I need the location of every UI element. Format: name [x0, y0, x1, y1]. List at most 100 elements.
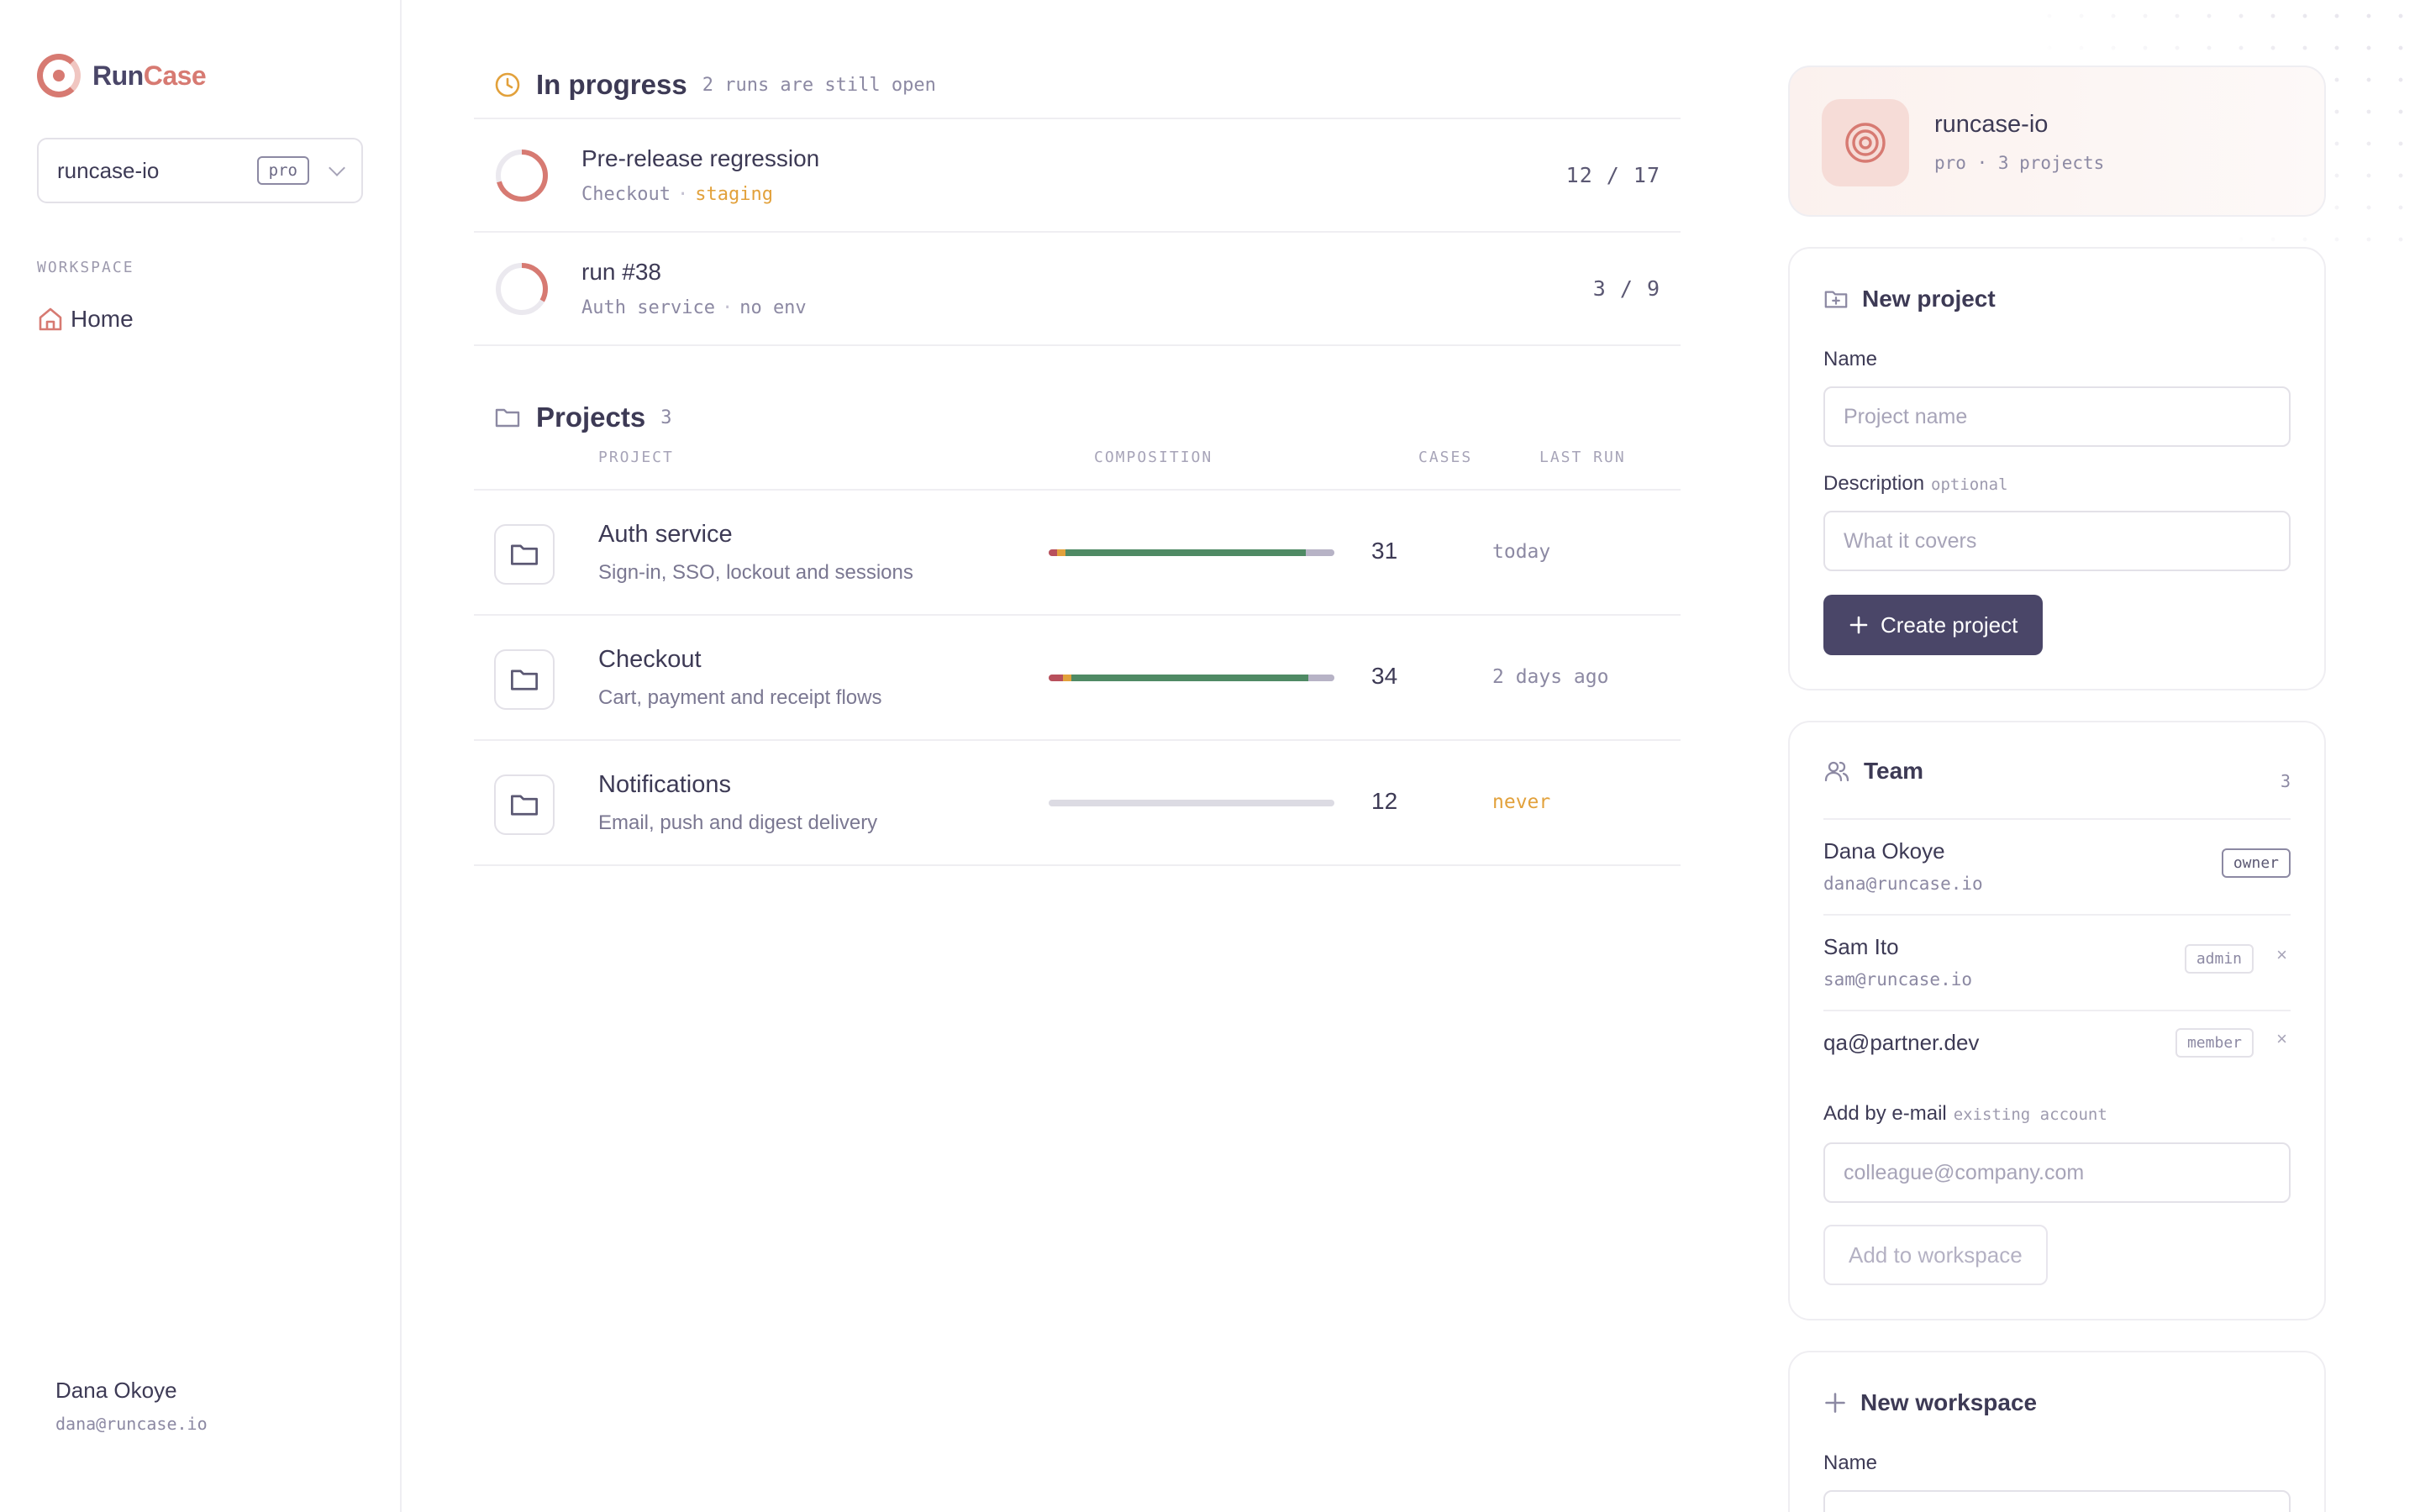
card-title: Team	[1823, 758, 1923, 785]
new-project-card: New project Name Project name Descriptio…	[1788, 247, 2326, 690]
workspace-name: runcase-io	[1934, 111, 2049, 138]
composition-bar	[1049, 549, 1334, 556]
team-member-row: Sam Ito sam@runcase.io admin ×	[1823, 914, 2291, 1010]
composition-bar	[1049, 800, 1334, 806]
card-title: New project	[1823, 286, 1996, 312]
project-name: Notifications	[598, 771, 731, 798]
run-count: 12 / 17	[1565, 163, 1660, 187]
user-email: dana@runcase.io	[55, 1414, 208, 1434]
team-card: Team 3 Dana Okoye dana@runcase.io owner …	[1788, 721, 2326, 1320]
role-badge[interactable]: admin	[2184, 944, 2254, 974]
col-project: PROJECT	[598, 449, 674, 466]
project-name: Checkout	[598, 646, 702, 673]
current-user[interactable]: Dana Okoye dana@runcase.io	[55, 1378, 208, 1434]
plan-badge: pro	[256, 156, 309, 185]
run-env: no env	[739, 297, 807, 318]
chevron-down-icon	[329, 160, 345, 176]
composition-segment	[1049, 675, 1063, 681]
workspace-selector-name: runcase-io	[57, 157, 160, 183]
col-cases: CASES	[1418, 449, 1473, 466]
project-description-input[interactable]: What it covers	[1823, 511, 2291, 571]
run-meta: Auth service · no env	[581, 297, 1593, 318]
project-row[interactable]: Notifications Email, push and digest del…	[474, 741, 1681, 866]
remove-member-button[interactable]: ×	[2276, 944, 2287, 966]
role-badge[interactable]: member	[2175, 1028, 2254, 1058]
composition-segment	[1057, 549, 1066, 556]
run-env: staging	[695, 184, 773, 205]
project-description: Email, push and digest delivery	[598, 811, 878, 834]
project-folder-icon	[494, 774, 555, 835]
users-icon	[1824, 761, 1849, 782]
project-row[interactable]: Auth service Sign-in, SSO, lockout and s…	[474, 491, 1681, 616]
workspace-name-input[interactable]	[1823, 1490, 2291, 1512]
project-cases: 34	[1371, 663, 1398, 689]
composition-segment	[1049, 549, 1058, 556]
plus-icon	[1849, 616, 1868, 634]
run-progress-ring	[496, 262, 548, 315]
sidebar-item-home[interactable]: Home	[37, 306, 134, 333]
folder-plus-icon	[1824, 291, 1848, 308]
project-folder-icon	[494, 649, 555, 710]
sidebar: RunCase runcase-io pro WORKSPACE Home Da…	[0, 0, 402, 1512]
member-name: qa@partner.dev	[1823, 1030, 1980, 1055]
project-row[interactable]: Checkout Cart, payment and receipt flows…	[474, 616, 1681, 741]
projects-table: Auth service Sign-in, SSO, lockout and s…	[474, 489, 1681, 866]
remove-member-button[interactable]: ×	[2276, 1028, 2287, 1050]
run-project: Auth service	[581, 297, 715, 318]
run-meta-separator: ·	[676, 184, 689, 205]
run-progress-ring	[496, 149, 548, 202]
add-to-workspace-button[interactable]: Add to workspace	[1823, 1225, 2048, 1285]
composition-segment	[1305, 549, 1334, 556]
section-subtitle: 2 runs are still open	[702, 74, 936, 96]
project-cases: 12	[1371, 788, 1398, 814]
create-project-button[interactable]: Create project	[1823, 595, 2044, 655]
col-composition: COMPOSITION	[1094, 449, 1213, 466]
project-name-input[interactable]: Project name	[1823, 386, 2291, 447]
project-cases: 31	[1371, 538, 1398, 564]
project-last-run: 2 days ago	[1492, 666, 1609, 688]
add-by-email-label: Add by e-mail existing account	[1823, 1102, 2107, 1125]
col-last-run: LAST RUN	[1539, 449, 1626, 466]
run-title: run #38	[581, 259, 661, 285]
projects-count: 3	[660, 407, 672, 428]
team-count: 3	[2280, 771, 2291, 791]
folder-icon	[495, 408, 520, 428]
team-member-row: qa@partner.dev member ×	[1823, 1010, 2291, 1094]
run-meta: Checkout · staging	[581, 184, 1566, 205]
role-badge: owner	[2221, 848, 2291, 878]
user-name: Dana Okoye	[55, 1378, 177, 1403]
composition-segment	[1063, 675, 1072, 681]
in-progress-header: In progress 2 runs are still open	[474, 69, 936, 101]
workspace-name-label: Name	[1823, 1452, 1878, 1474]
run-row[interactable]: run #38 Auth service · no env 3 / 9	[474, 233, 1681, 346]
workspace-card[interactable]: runcase-io pro · 3 projects	[1788, 66, 2326, 217]
workspace-selector[interactable]: runcase-io pro	[37, 138, 363, 203]
composition-bar	[1049, 675, 1334, 681]
home-icon	[39, 307, 62, 331]
clock-icon	[495, 72, 520, 97]
project-name-label: Name	[1823, 348, 1878, 370]
projects-header: Projects 3	[474, 402, 671, 433]
projects-table-header: PROJECT COMPOSITION CASES LAST RUN	[474, 449, 1681, 489]
app-logo[interactable]: RunCase	[37, 54, 207, 97]
in-progress-list: Pre-release regression Checkout · staging …	[474, 118, 1681, 346]
composition-segment	[1308, 675, 1334, 681]
team-member-row: Dana Okoye dana@runcase.io owner	[1823, 818, 2291, 914]
section-title: Projects	[536, 402, 646, 433]
composition-segment	[1071, 675, 1309, 681]
run-meta-separator: ·	[721, 297, 734, 318]
new-workspace-card: New workspace Name	[1788, 1351, 2326, 1512]
target-icon	[1822, 99, 1909, 186]
member-email: sam@runcase.io	[1823, 969, 1973, 990]
run-project: Checkout	[581, 184, 671, 205]
member-email: dana@runcase.io	[1823, 874, 1983, 894]
sidebar-item-label: Home	[71, 306, 134, 332]
app-name: RunCase	[92, 60, 207, 91]
run-row[interactable]: Pre-release regression Checkout · staging …	[474, 119, 1681, 233]
add-email-input[interactable]: colleague@company.com	[1823, 1142, 2291, 1203]
section-title: In progress	[536, 69, 687, 100]
project-folder-icon	[494, 524, 555, 585]
project-description: Cart, payment and receipt flows	[598, 686, 882, 709]
plus-icon	[1825, 1393, 1845, 1413]
sidebar-section-label: WORKSPACE	[37, 259, 134, 276]
